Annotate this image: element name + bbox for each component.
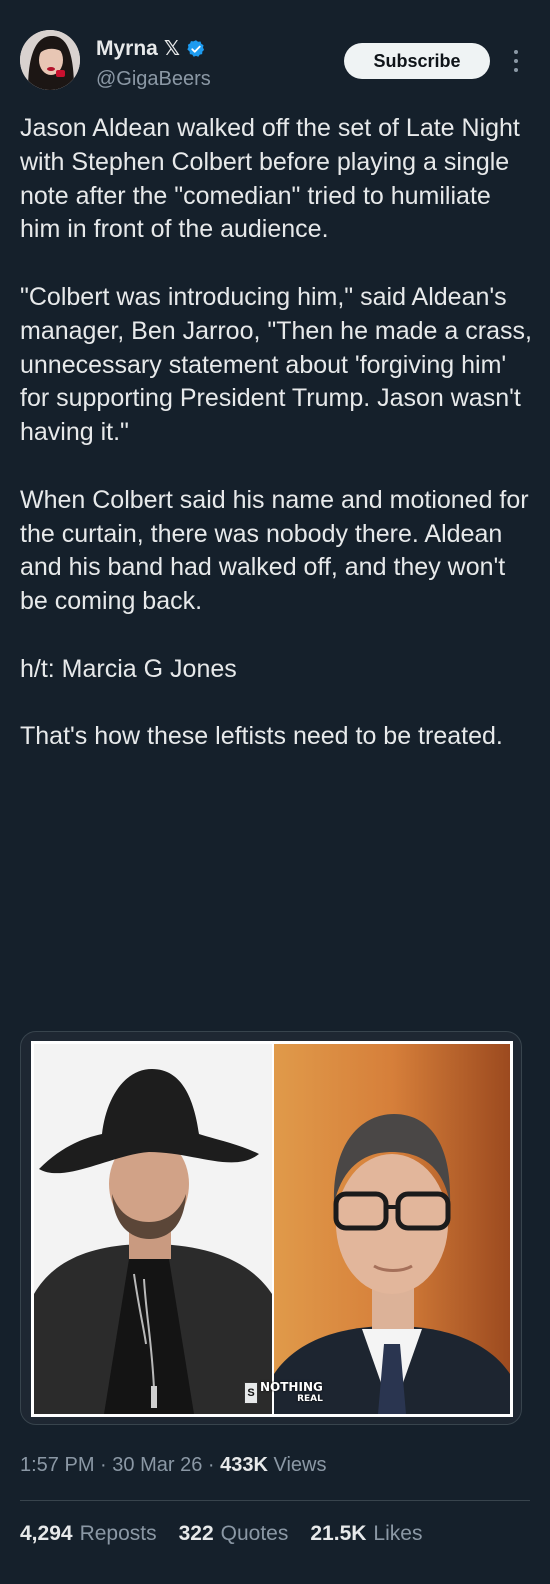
- x-badge: 𝕏: [163, 38, 180, 60]
- photo-right-host: [274, 1044, 510, 1414]
- tweet-date[interactable]: 30 Mar 26: [112, 1454, 202, 1476]
- meta-separator: ·: [202, 1454, 221, 1476]
- tweet-page: Myrna 𝕏 @GigaBeers Subscribe Jason Aldea…: [0, 0, 550, 1584]
- tweet-paragraph: "Colbert was introducing him," said Alde…: [20, 282, 532, 447]
- likes-label: Likes: [373, 1522, 423, 1545]
- likes-count: 21.5K: [310, 1522, 367, 1545]
- more-dot: [514, 59, 518, 63]
- photo-left-cowboy: [34, 1044, 272, 1414]
- subscribe-button[interactable]: Subscribe: [344, 43, 490, 79]
- more-dot: [514, 50, 518, 54]
- quotes-stat[interactable]: 322 Quotes: [179, 1522, 289, 1546]
- divider: [20, 1500, 530, 1501]
- author-handle[interactable]: @GigaBeers: [96, 68, 211, 91]
- more-vertical-icon[interactable]: [506, 46, 526, 76]
- tweet-text: Jason Aldean walked off the set of Late …: [20, 112, 535, 754]
- reposts-count: 4,294: [20, 1522, 73, 1545]
- engagement-stats: 4,294 Reposts 322 Quotes 21.5K Likes: [20, 1522, 422, 1546]
- media-image[interactable]: S NOTHING REAL: [31, 1041, 513, 1417]
- tweet-media[interactable]: S NOTHING REAL: [20, 1031, 522, 1425]
- quotes-count: 322: [178, 1522, 214, 1545]
- watermark-logo: S: [244, 1382, 258, 1404]
- likes-stat[interactable]: 21.5K Likes: [310, 1522, 422, 1546]
- verified-badge-icon: [187, 39, 205, 57]
- reposts-label: Reposts: [79, 1522, 157, 1545]
- watermark-text-block: NOTHING REAL: [260, 1381, 323, 1405]
- watermark-subtext: REAL: [297, 1394, 323, 1404]
- meta-separator: ·: [94, 1454, 113, 1476]
- quotes-label: Quotes: [220, 1522, 289, 1545]
- tweet-paragraph: When Colbert said his name and motioned …: [20, 485, 529, 616]
- tweet-meta: 1:57 PM · 30 Mar 26 · 433K Views: [20, 1454, 326, 1477]
- avatar[interactable]: [20, 30, 80, 90]
- author-name-row[interactable]: Myrna 𝕏: [96, 36, 206, 61]
- avatar-image: [20, 30, 80, 90]
- tweet-paragraph: That's how these leftists need to be tre…: [20, 722, 503, 751]
- tweet-paragraph: h/t: Marcia G Jones: [20, 654, 237, 683]
- tweet-header: Myrna 𝕏 @GigaBeers Subscribe: [0, 0, 550, 110]
- watermark-text: NOTHING: [260, 1380, 323, 1394]
- watermark: S NOTHING REAL: [244, 1380, 324, 1406]
- views-label: Views: [267, 1454, 327, 1476]
- author-display-name[interactable]: Myrna: [96, 37, 158, 61]
- more-dot: [514, 68, 518, 72]
- tweet-time[interactable]: 1:57 PM: [20, 1454, 94, 1476]
- views-count: 433K: [220, 1454, 268, 1476]
- tweet-paragraph: Jason Aldean walked off the set of Late …: [20, 114, 520, 244]
- reposts-stat[interactable]: 4,294 Reposts: [20, 1522, 157, 1546]
